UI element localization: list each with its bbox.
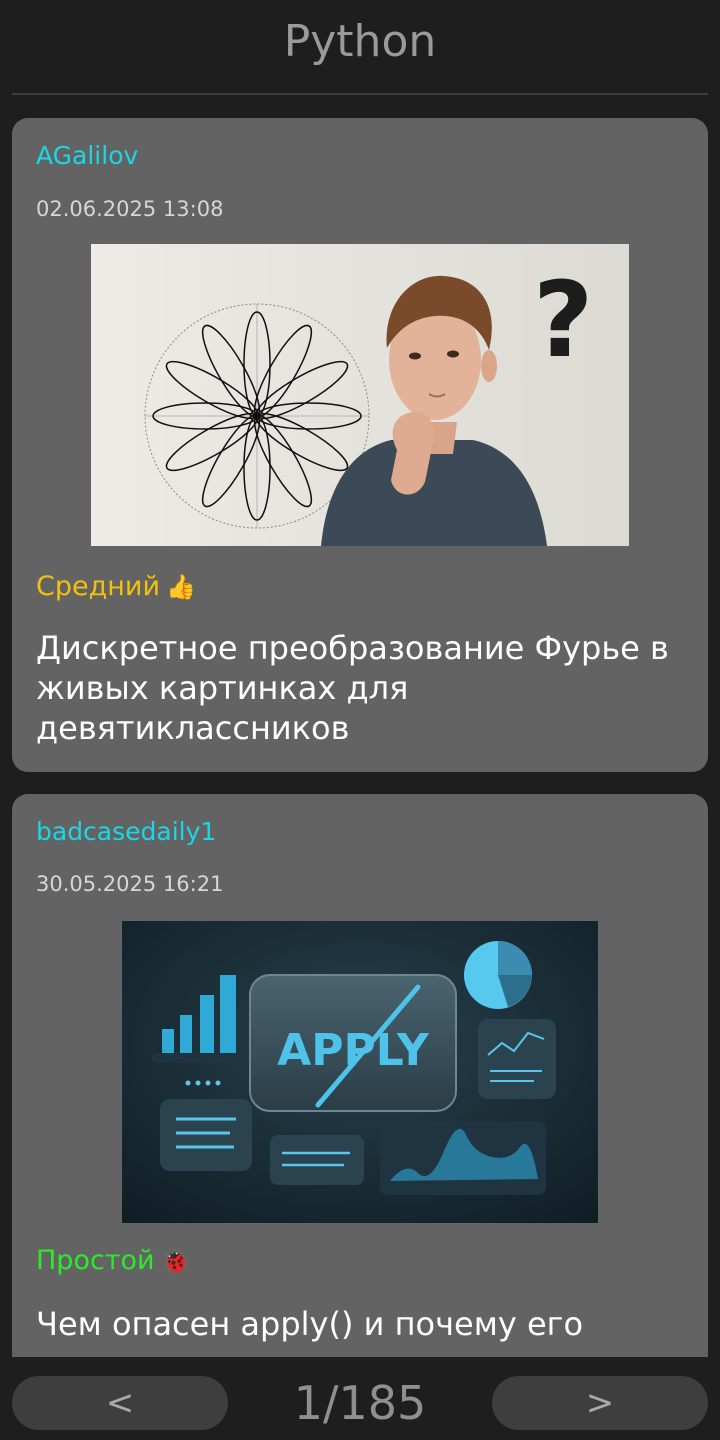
thumbs-up-icon: 👍	[166, 573, 196, 601]
next-page-button[interactable]: >	[492, 1376, 708, 1430]
post-date: 02.06.2025 13:08	[36, 197, 224, 221]
post-level-label: Простой	[36, 1245, 155, 1276]
post-card[interactable]: badcasedaily1 30.05.2025 16:21 APPLY Про…	[12, 794, 708, 1357]
post-level: Средний 👍	[36, 569, 196, 605]
prev-page-button[interactable]: <	[12, 1376, 228, 1430]
svg-text:?: ?	[533, 259, 593, 381]
post-card[interactable]: AGalilov 02.06.2025 13:08 ? Средний 👍 Ди…	[12, 118, 708, 772]
post-level-label: Средний	[36, 571, 161, 602]
post-date: 30.05.2025 16:21	[36, 872, 224, 896]
post-image[interactable]: APPLY	[122, 921, 598, 1223]
post-title[interactable]: Чем опасен apply() и почему его стоит	[36, 1304, 684, 1357]
apply-dashboard-illustration: APPLY	[122, 921, 598, 1223]
post-author[interactable]: badcasedaily1	[36, 816, 216, 848]
post-level: Простой 🐞	[36, 1243, 191, 1279]
bug-icon: 🐞	[160, 1247, 191, 1275]
app-header: Python	[0, 0, 720, 95]
apply-image-text: APPLY	[277, 1025, 430, 1076]
post-title[interactable]: Дискретное преобразование Фурье в живых …	[36, 628, 684, 748]
pagination-bar: < 1/185 >	[0, 1357, 720, 1440]
post-image[interactable]: ?	[91, 244, 629, 546]
post-feed[interactable]: AGalilov 02.06.2025 13:08 ? Средний 👍 Ди…	[0, 95, 720, 1357]
page-title: Python	[283, 16, 437, 67]
fourier-rose-curve-illustration: ?	[91, 244, 629, 546]
page-counter: 1/185	[293, 1376, 427, 1430]
post-author[interactable]: AGalilov	[36, 140, 138, 172]
